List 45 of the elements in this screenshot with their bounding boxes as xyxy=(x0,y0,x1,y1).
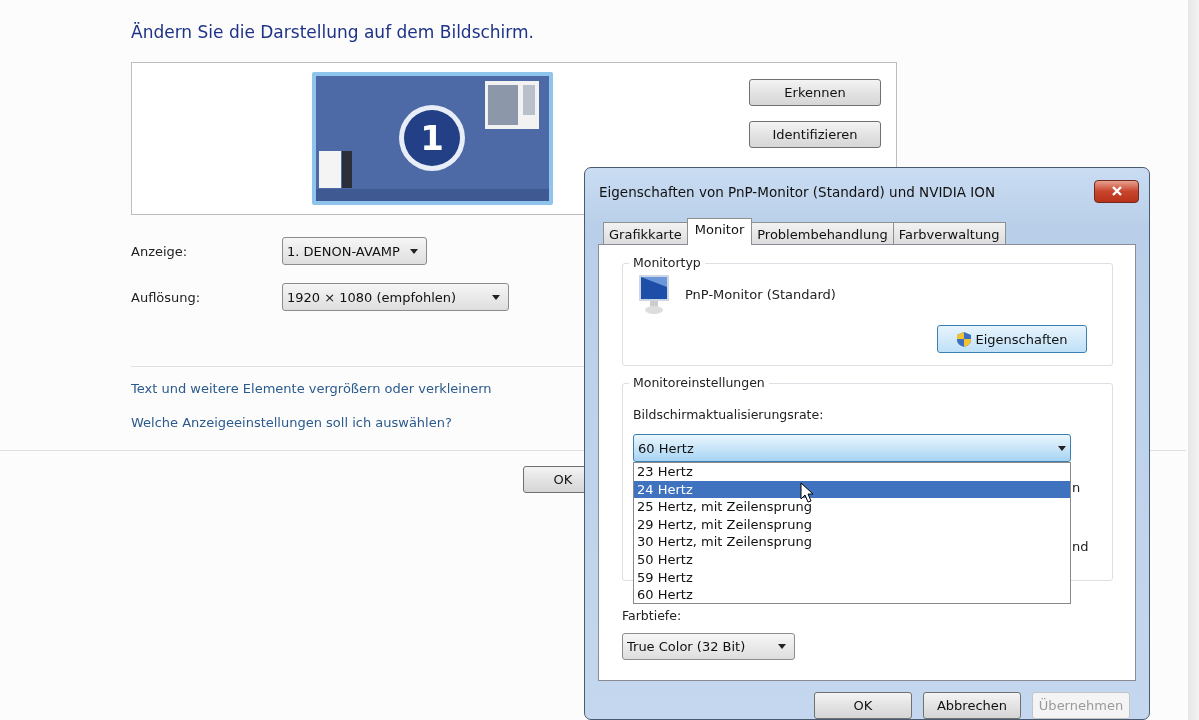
option-text: nd xyxy=(1072,539,1089,554)
dropdown-option[interactable]: 24 Hertz xyxy=(634,480,1070,499)
page-heading: Ändern Sie die Darstellung auf dem Bildschirm. xyxy=(131,22,535,44)
dropdown-option[interactable]: 59 Hertz xyxy=(634,568,1070,587)
dropdown[interactable]: 1920 × 1080 (empfohlen) xyxy=(282,283,509,311)
button[interactable]: Erkennen xyxy=(749,79,881,106)
display-number: 1 xyxy=(420,118,444,158)
close-icon xyxy=(1111,186,1122,196)
group-title: Monitoreinstellungen xyxy=(629,375,769,390)
color-depth-dropdown[interactable]: True Color (32 Bit) xyxy=(622,633,795,660)
dropdown-value: 1. DENON-AVAMP xyxy=(287,243,400,259)
dropdown-option[interactable]: 30 Hertz, mit Zeilensprung xyxy=(634,533,1070,551)
monitor-icon xyxy=(636,273,672,315)
refresh-rate-dropdown[interactable]: 60 Hertz xyxy=(633,434,1071,462)
properties-button[interactable]: Eigenschaften xyxy=(937,325,1087,353)
button[interactable]: Identifizieren xyxy=(749,121,881,148)
field-label: Farbtiefe: xyxy=(622,608,683,623)
group-title: Monitortyp xyxy=(629,255,705,270)
window-title: Eigenschaften von PnP-Monitor (Standard) und NVIDIA ION xyxy=(598,184,996,200)
option-text: n xyxy=(1072,480,1082,495)
close-button[interactable] xyxy=(1094,179,1139,203)
tab[interactable]: Farbverwaltung xyxy=(892,222,1006,245)
button[interactable]: OK xyxy=(814,692,912,719)
field-label: Anzeige: xyxy=(131,243,189,259)
dropdown-value: True Color (32 Bit) xyxy=(627,639,747,654)
tab[interactable]: Monitor xyxy=(686,218,753,245)
caret-icon xyxy=(409,248,418,254)
dropdown-option[interactable]: 23 Hertz xyxy=(634,463,1070,481)
dropdown-value: 1920 × 1080 (empfohlen) xyxy=(287,289,458,305)
field-label: Auflösung: xyxy=(131,289,202,305)
dropdown-option[interactable]: 25 Hertz, mit Zeilensprung xyxy=(634,498,1070,516)
tab[interactable]: Problembehandlung xyxy=(751,222,894,245)
caret-icon xyxy=(778,644,786,649)
shield-icon xyxy=(956,330,973,348)
dropdown-value: 60 Hertz xyxy=(638,440,695,456)
button[interactable]: Abbrechen xyxy=(923,692,1021,719)
dropdown-option[interactable]: 60 Hertz xyxy=(634,586,1070,604)
dropdown-option[interactable]: 29 Hertz, mit Zeilensprung xyxy=(634,515,1070,534)
monitor-name: PnP-Monitor (Standard) xyxy=(685,286,836,302)
tab[interactable]: Grafikkarte xyxy=(603,222,688,245)
field-label: Bildschirmaktualisierungsrate: xyxy=(633,407,825,424)
caret-icon xyxy=(492,294,500,300)
dropdown-option[interactable]: 50 Hertz xyxy=(634,550,1070,569)
mouse-pointer-icon xyxy=(800,482,814,503)
dropdown[interactable]: 1. DENON-AVAMP xyxy=(282,237,427,265)
